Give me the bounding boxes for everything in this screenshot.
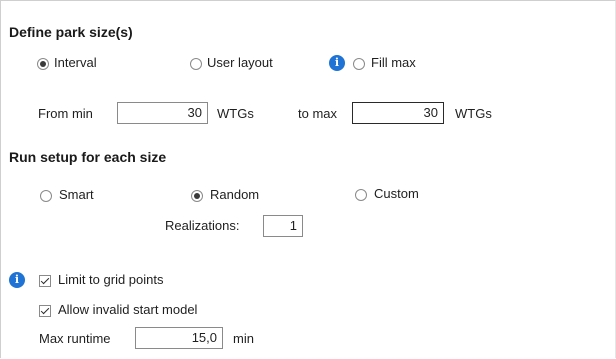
fill-max-info-icon[interactable]: i: [329, 55, 345, 71]
to-max-unit: WTGs: [455, 106, 492, 121]
park-size-heading: Define park size(s): [9, 24, 133, 40]
realizations-input[interactable]: 1: [263, 215, 303, 237]
user-layout-radio[interactable]: [190, 58, 202, 70]
from-min-input[interactable]: 30: [117, 102, 208, 124]
interval-radio[interactable]: [37, 58, 49, 70]
max-runtime-label: Max runtime: [39, 331, 111, 346]
allow-invalid-checkbox[interactable]: [39, 305, 51, 317]
fill-max-label[interactable]: Fill max: [371, 55, 416, 70]
from-min-unit: WTGs: [217, 106, 254, 121]
allow-invalid-label[interactable]: Allow invalid start model: [58, 302, 197, 317]
custom-radio[interactable]: [355, 189, 367, 201]
fill-max-radio[interactable]: [353, 58, 365, 70]
smart-radio[interactable]: [40, 190, 52, 202]
random-label[interactable]: Random: [210, 187, 259, 202]
limit-grid-label[interactable]: Limit to grid points: [58, 272, 164, 287]
realizations-label: Realizations:: [165, 218, 240, 233]
interval-label[interactable]: Interval: [54, 55, 97, 70]
to-max-input[interactable]: 30: [352, 102, 444, 124]
max-runtime-unit: min: [233, 331, 254, 346]
limit-grid-info-icon[interactable]: i: [9, 272, 25, 288]
limit-grid-checkbox[interactable]: [39, 275, 51, 287]
random-radio[interactable]: [191, 190, 203, 202]
max-runtime-input[interactable]: 15,0: [135, 327, 223, 349]
custom-label[interactable]: Custom: [374, 186, 419, 201]
run-setup-heading: Run setup for each size: [9, 149, 167, 165]
smart-label[interactable]: Smart: [59, 187, 94, 202]
to-max-label: to max: [298, 106, 338, 121]
user-layout-label[interactable]: User layout: [207, 55, 273, 70]
from-min-label: From min: [38, 106, 93, 121]
